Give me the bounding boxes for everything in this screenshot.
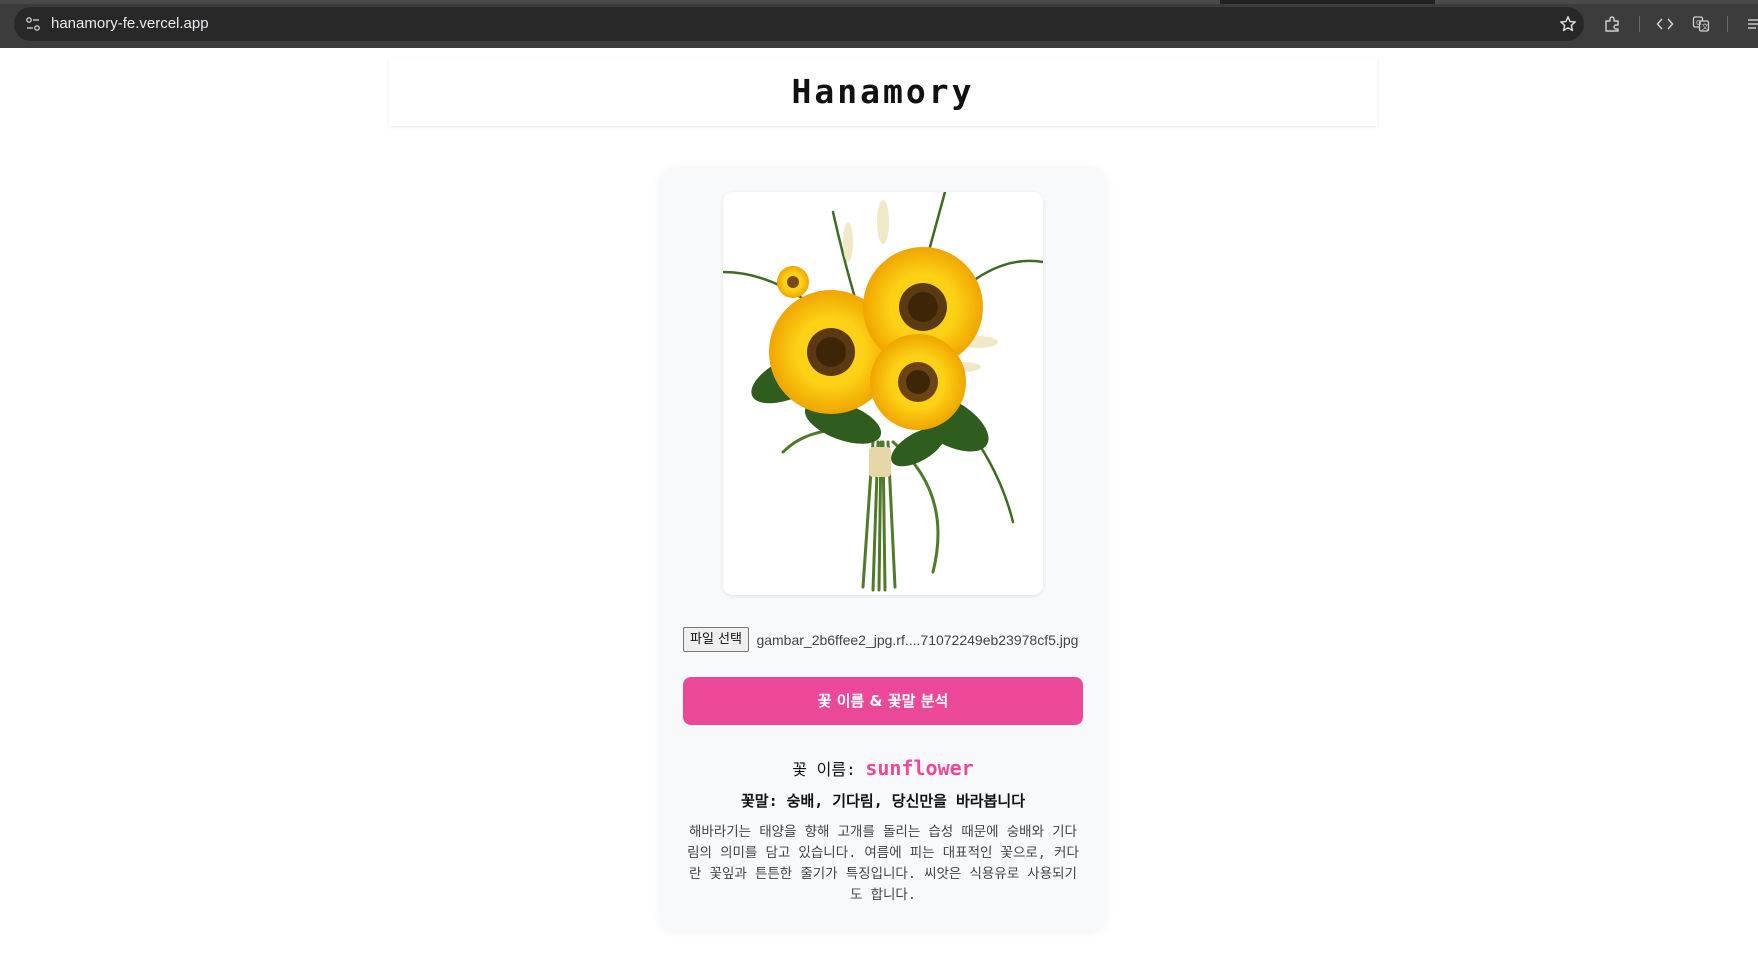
site-header: Hanamory: [389, 58, 1377, 126]
tab-strip-segment: [1435, 0, 1758, 4]
site-title: Hanamory: [791, 72, 975, 111]
devtools-icon[interactable]: [1656, 15, 1674, 33]
selected-file-name: gambar_2b6ffee2_jpg.rf....71072249eb2397…: [756, 631, 1079, 648]
flower-description: 해바라기는 태양을 향해 고개를 돌리는 습성 때문에 숭배와 기다림의 의미를…: [687, 824, 1079, 903]
browser-toolbar: hanamory-fe.vercel.app G 文: [0, 0, 1758, 48]
tab-strip-segment: [0, 0, 1220, 4]
choose-file-button[interactable]: 파일 선택: [683, 627, 749, 652]
tab-strip: [0, 0, 1758, 4]
flower-name-value: sunflower: [865, 756, 974, 780]
translate-icon[interactable]: G 文: [1692, 15, 1710, 33]
flower-name-row: 꽃 이름: sunflower: [660, 756, 1106, 780]
url-text[interactable]: hanamory-fe.vercel.app: [51, 15, 209, 33]
extensions-icon[interactable]: [1603, 15, 1621, 33]
toolbar-divider: [1727, 16, 1728, 32]
analyze-button[interactable]: 꽃 이름 & 꽃말 분석: [683, 677, 1083, 725]
flower-image-preview: [723, 192, 1043, 595]
bookmark-star-icon[interactable]: [1559, 15, 1577, 33]
file-upload-row: 파일 선택 gambar_2b6ffee2_jpg.rf....71072249…: [683, 627, 1103, 653]
side-panel-icon[interactable]: [1746, 15, 1758, 33]
flower-name-label: 꽃 이름:: [792, 760, 866, 779]
sunflower-bouquet-image: [723, 192, 1043, 592]
flower-meaning: 꽃말: 숭배, 기다림, 당신만을 바라봅니다: [740, 792, 1026, 810]
svg-text:文: 文: [1702, 22, 1709, 31]
analysis-card: 파일 선택 gambar_2b6ffee2_jpg.rf....71072249…: [660, 166, 1106, 930]
toolbar-divider: [1639, 16, 1640, 32]
site-info-icon[interactable]: [24, 15, 42, 33]
address-bar[interactable]: hanamory-fe.vercel.app: [14, 7, 1584, 41]
